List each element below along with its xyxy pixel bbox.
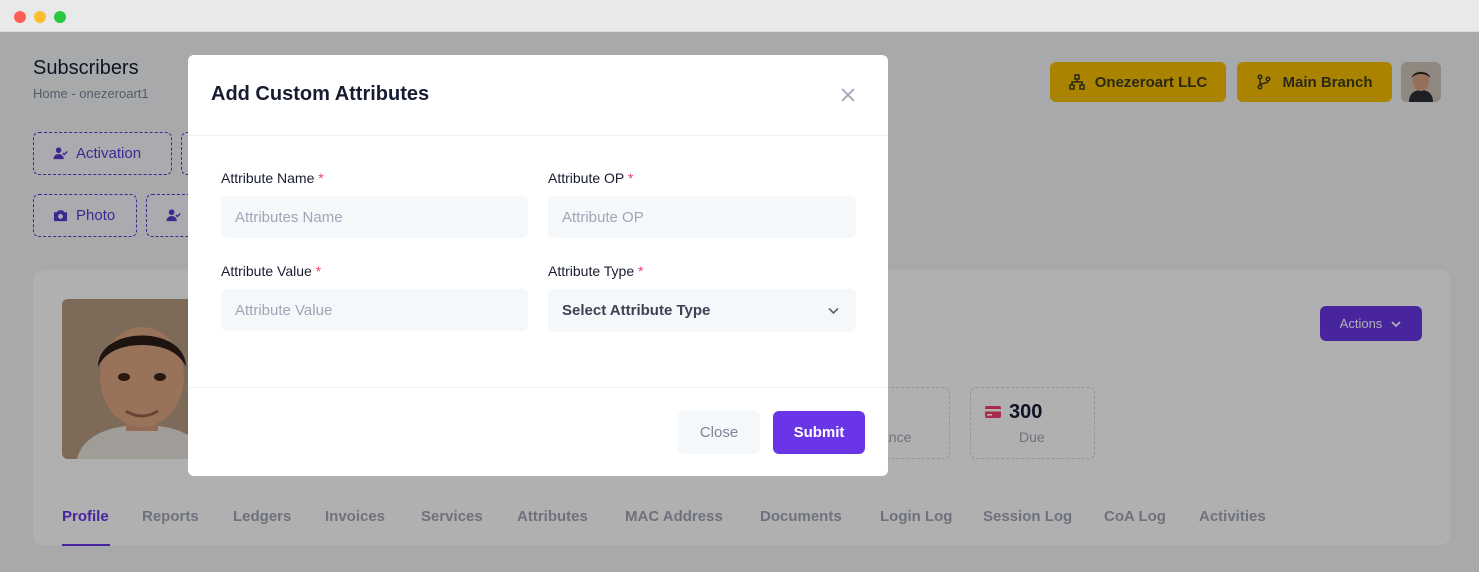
attribute-name-label-text: Attribute Name [221, 170, 315, 186]
required-mark: * [638, 263, 644, 279]
chevron-down-icon [828, 307, 839, 315]
attribute-name-input[interactable] [221, 196, 528, 238]
attribute-op-label-text: Attribute OP [548, 170, 625, 186]
attribute-type-select[interactable]: Select Attribute Type [548, 289, 856, 332]
attribute-op-input[interactable] [548, 196, 856, 238]
window-minimize-dot[interactable] [34, 11, 46, 23]
add-custom-attributes-modal: Add Custom Attributes Attribute Name * A… [188, 55, 888, 476]
attribute-value-label: Attribute Value * [221, 263, 321, 279]
modal-footer: Close Submit [188, 387, 888, 476]
window-titlebar [0, 0, 1479, 32]
window-close-dot[interactable] [14, 11, 26, 23]
window-maximize-dot[interactable] [54, 11, 66, 23]
close-button[interactable]: Close [678, 411, 760, 454]
modal-header: Add Custom Attributes [188, 55, 888, 136]
required-mark: * [315, 263, 322, 279]
attribute-type-label: Attribute Type * [548, 263, 643, 279]
close-icon[interactable] [839, 86, 857, 104]
attribute-op-label: Attribute OP * [548, 170, 633, 186]
required-mark: * [318, 170, 324, 186]
attribute-value-input[interactable] [221, 289, 528, 331]
attribute-type-label-text: Attribute Type [548, 263, 635, 279]
submit-button[interactable]: Submit [773, 411, 865, 454]
modal-title: Add Custom Attributes [211, 83, 430, 105]
attribute-name-label: Attribute Name * [221, 170, 324, 186]
attribute-value-label-text: Attribute Value [221, 263, 312, 279]
required-mark: * [627, 170, 634, 186]
attribute-type-selected: Select Attribute Type [562, 302, 711, 319]
